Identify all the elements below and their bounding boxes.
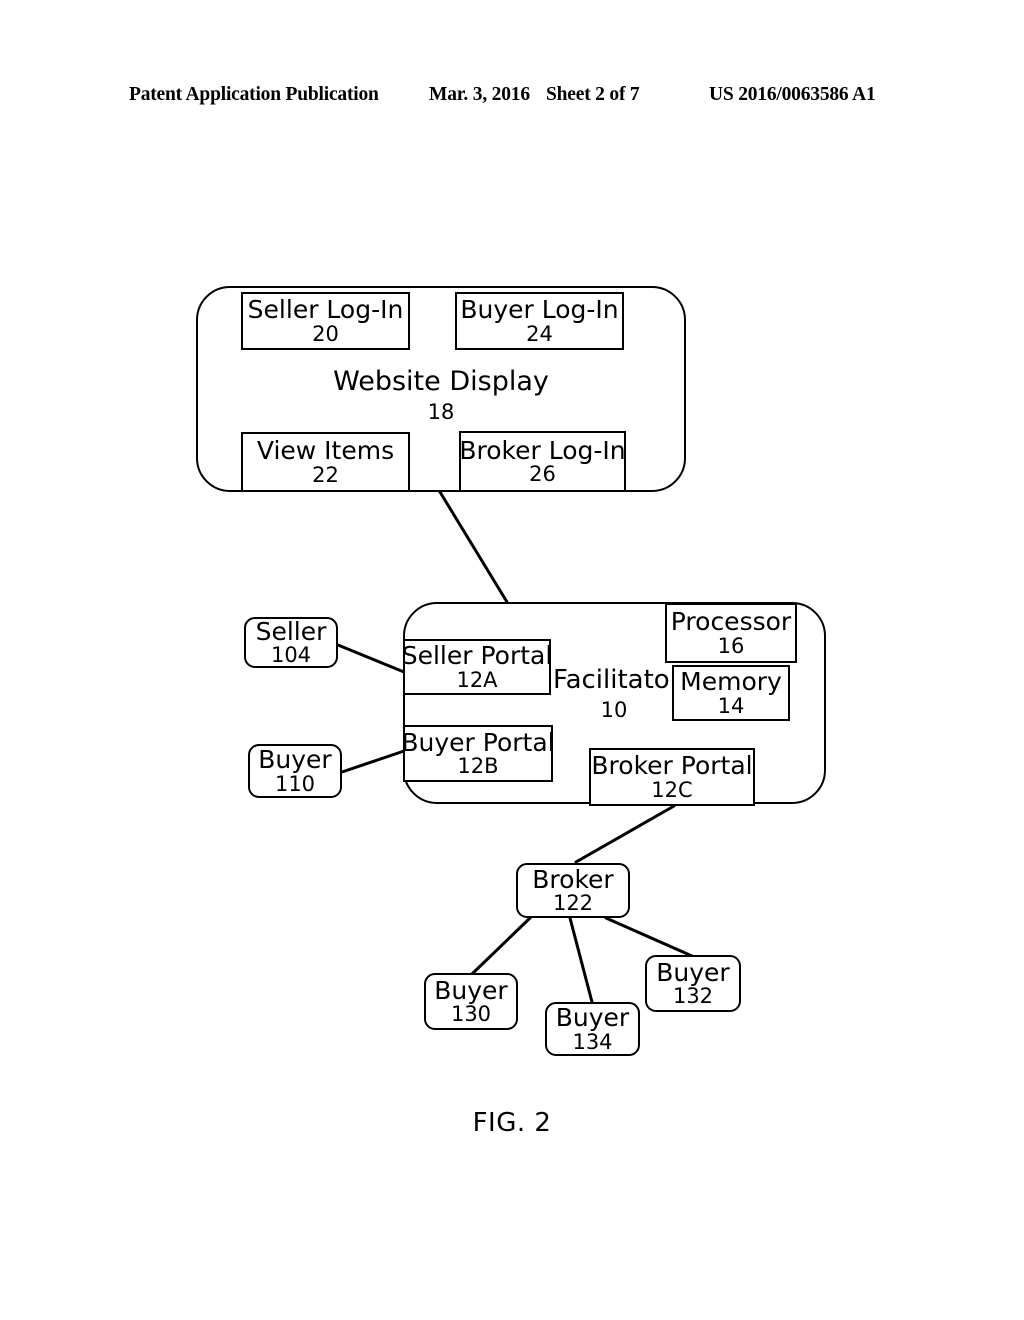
node-buyer-132-ref: 132 — [672, 984, 714, 1009]
node-seller-104-ref: 104 — [270, 643, 312, 668]
website-display-label: Website Display 18 — [196, 366, 686, 424]
node-seller-portal[interactable]: Seller Portal 12A — [401, 639, 553, 695]
node-seller-portal-label: Seller Portal — [401, 641, 553, 671]
connector-seller-to-seller-portal — [336, 643, 406, 674]
connector-buyer-to-buyer-portal — [340, 749, 406, 774]
facilitator-ref: 10 — [600, 698, 628, 722]
node-buyer-110-ref: 110 — [274, 771, 316, 796]
node-view-items[interactable]: View Items 22 — [241, 432, 410, 492]
node-seller-104[interactable]: Seller 104 — [244, 617, 338, 668]
connector-broker-portal-to-broker — [574, 804, 676, 864]
node-broker-portal-label: Broker Portal — [591, 751, 753, 781]
node-broker-log-in-label: Broker Log-In — [459, 435, 626, 465]
connector-broker-to-buyer-132 — [604, 916, 694, 958]
node-broker-122-label: Broker — [532, 864, 614, 894]
node-broker-portal[interactable]: Broker Portal 12C — [589, 748, 755, 806]
node-buyer-log-in[interactable]: Buyer Log-In 24 — [455, 292, 624, 350]
node-buyer-132[interactable]: Buyer 132 — [645, 955, 741, 1012]
node-buyer-110[interactable]: Buyer 110 — [248, 744, 342, 798]
connector-broker-to-buyer-130 — [470, 916, 532, 976]
node-seller-log-in[interactable]: Seller Log-In 20 — [241, 292, 410, 350]
facilitator-title: Facilitator — [553, 665, 681, 695]
website-display-title: Website Display — [333, 366, 549, 397]
node-buyer-portal-ref: 12B — [457, 754, 499, 779]
patent-figure-2: Website Display 18 Seller Log-In 20 Buye… — [0, 0, 1024, 1320]
node-buyer-log-in-label: Buyer Log-In — [460, 295, 619, 325]
node-broker-122[interactable]: Broker 122 — [516, 863, 630, 918]
node-broker-portal-ref: 12C — [651, 777, 693, 802]
node-view-items-label: View Items — [256, 436, 395, 466]
node-seller-log-in-ref: 20 — [312, 321, 339, 346]
website-display-ref: 18 — [427, 400, 455, 424]
node-buyer-134[interactable]: Buyer 134 — [545, 1002, 640, 1056]
node-view-items-ref: 22 — [312, 462, 339, 487]
node-buyer-130-label: Buyer — [434, 975, 508, 1005]
node-seller-104-label: Seller — [255, 616, 327, 646]
node-broker-log-in-ref: 26 — [529, 462, 556, 487]
node-processor[interactable]: Processor 16 — [665, 603, 797, 663]
node-seller-log-in-label: Seller Log-In — [247, 295, 404, 325]
node-memory-label: Memory — [680, 667, 782, 697]
node-buyer-portal-label: Buyer Portal — [401, 727, 555, 757]
node-buyer-130-ref: 130 — [450, 1002, 492, 1027]
node-buyer-130[interactable]: Buyer 130 — [424, 973, 518, 1030]
node-broker-log-in[interactable]: Broker Log-In 26 — [459, 431, 626, 492]
node-buyer-log-in-ref: 24 — [526, 321, 553, 346]
figure-caption: FIG. 2 — [472, 1108, 552, 1138]
node-processor-label: Processor — [670, 607, 792, 637]
facilitator-label: Facilitator 10 — [553, 665, 681, 722]
node-memory[interactable]: Memory 14 — [672, 665, 790, 721]
node-buyer-132-label: Buyer — [656, 957, 730, 987]
node-buyer-134-label: Buyer — [555, 1003, 630, 1033]
node-buyer-portal[interactable]: Buyer Portal 12B — [401, 725, 555, 782]
node-processor-ref: 16 — [717, 633, 745, 658]
node-buyer-134-ref: 134 — [572, 1029, 613, 1054]
connector-website-to-facilitator — [438, 490, 509, 604]
node-memory-ref: 14 — [717, 693, 745, 718]
node-seller-portal-ref: 12A — [456, 667, 498, 692]
node-buyer-110-label: Buyer — [258, 745, 332, 775]
node-broker-122-ref: 122 — [552, 891, 594, 916]
connector-broker-to-buyer-134 — [568, 916, 594, 1004]
